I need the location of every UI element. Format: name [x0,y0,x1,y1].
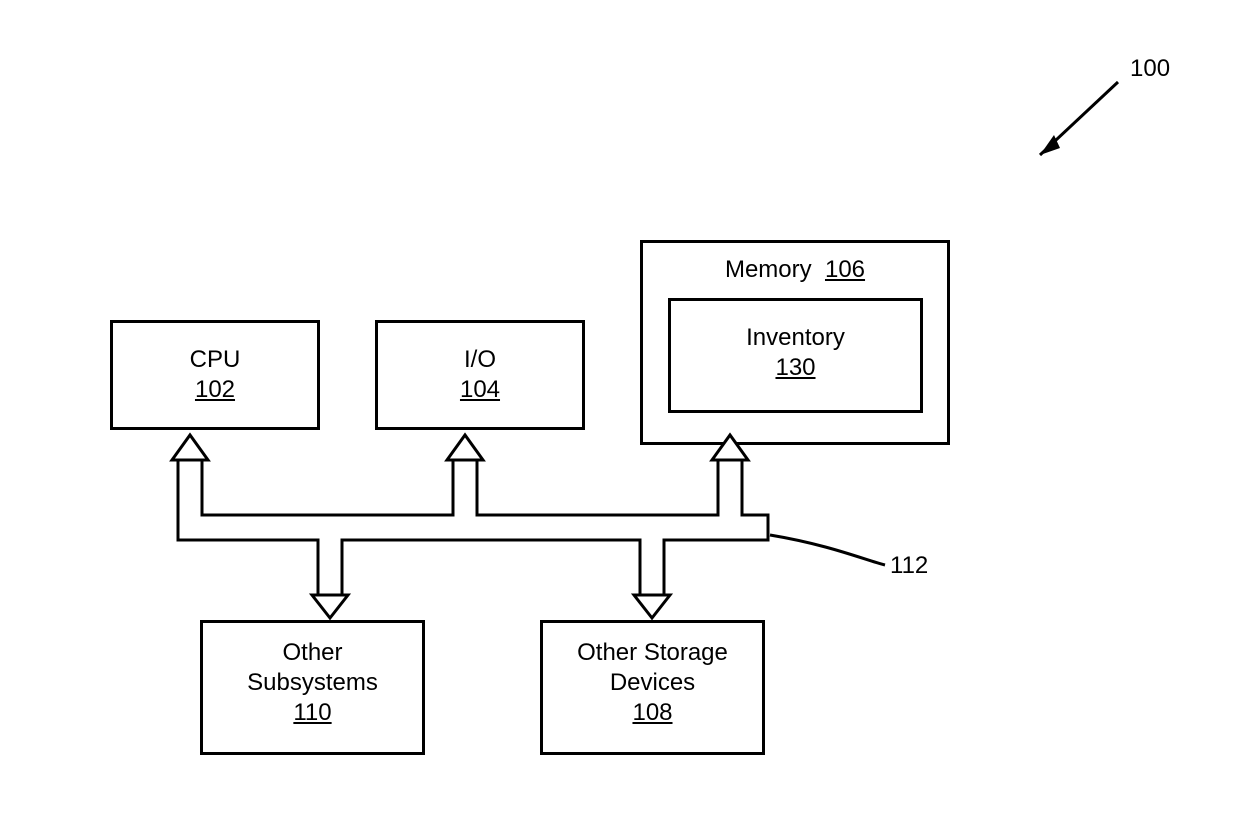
cpu-label: CPU [113,345,317,375]
inventory-label: Inventory [671,323,920,353]
other-subsystems-ref: 110 [203,698,422,728]
inventory-ref: 130 [671,353,920,383]
memory-block: Memory 106 Inventory 130 [640,240,950,445]
arrowhead-cpu [172,435,208,460]
other-subsystems-line2: Subsystems [203,668,422,698]
other-storage-devices-block: Other Storage Devices 108 [540,620,765,755]
bus [178,460,768,595]
arrowhead-other-storage [634,595,670,618]
diagram-stage: CPU 102 I/O 104 Memory 106 Inventory 130… [0,0,1240,827]
other-subsystems-line1: Other [203,638,422,668]
arrowhead-io [447,435,483,460]
other-storage-devices-line2: Devices [543,668,762,698]
bus-ref-leader [770,535,885,565]
figure-pointer [1040,82,1118,155]
other-storage-devices-ref: 108 [543,698,762,728]
memory-ref: 106 [825,256,865,283]
other-subsystems-block: Other Subsystems 110 [200,620,425,755]
bus-ref-label: 112 [890,552,928,580]
io-ref: 104 [378,375,582,405]
io-block: I/O 104 [375,320,585,430]
inventory-block: Inventory 130 [668,298,923,413]
io-label: I/O [378,345,582,375]
figure-ref-label: 100 [1130,55,1170,83]
cpu-ref: 102 [113,375,317,405]
memory-label: Memory [725,256,812,283]
other-storage-devices-line1: Other Storage [543,638,762,668]
cpu-block: CPU 102 [110,320,320,430]
arrowhead-other-subsystems [312,595,348,618]
